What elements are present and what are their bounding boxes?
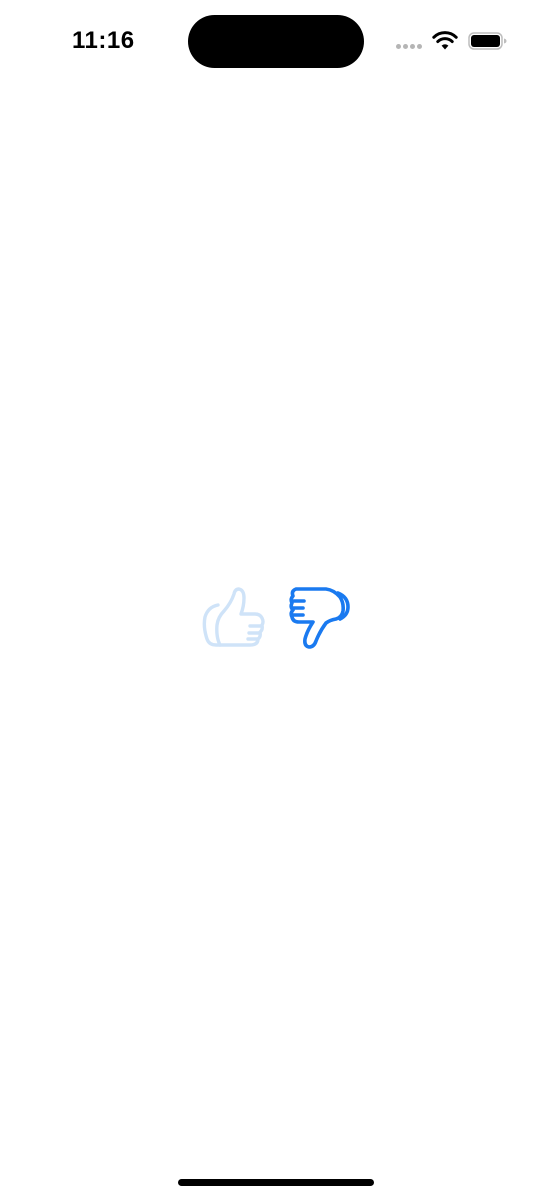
battery-icon — [468, 32, 507, 50]
thumbs-down-button[interactable] — [282, 581, 354, 653]
thumbs-up-button[interactable] — [198, 581, 270, 653]
status-time: 11:16 — [72, 27, 135, 54]
cellular-signal-icon — [396, 44, 424, 50]
status-bar: 11:16 — [0, 0, 552, 84]
dynamic-island — [188, 15, 364, 68]
thumbs-down-icon — [289, 587, 350, 649]
thumbs-up-icon — [202, 587, 265, 647]
main-content — [0, 84, 552, 1164]
wifi-icon — [432, 31, 458, 50]
feedback-rating-row — [198, 581, 354, 653]
home-indicator[interactable] — [178, 1179, 374, 1186]
